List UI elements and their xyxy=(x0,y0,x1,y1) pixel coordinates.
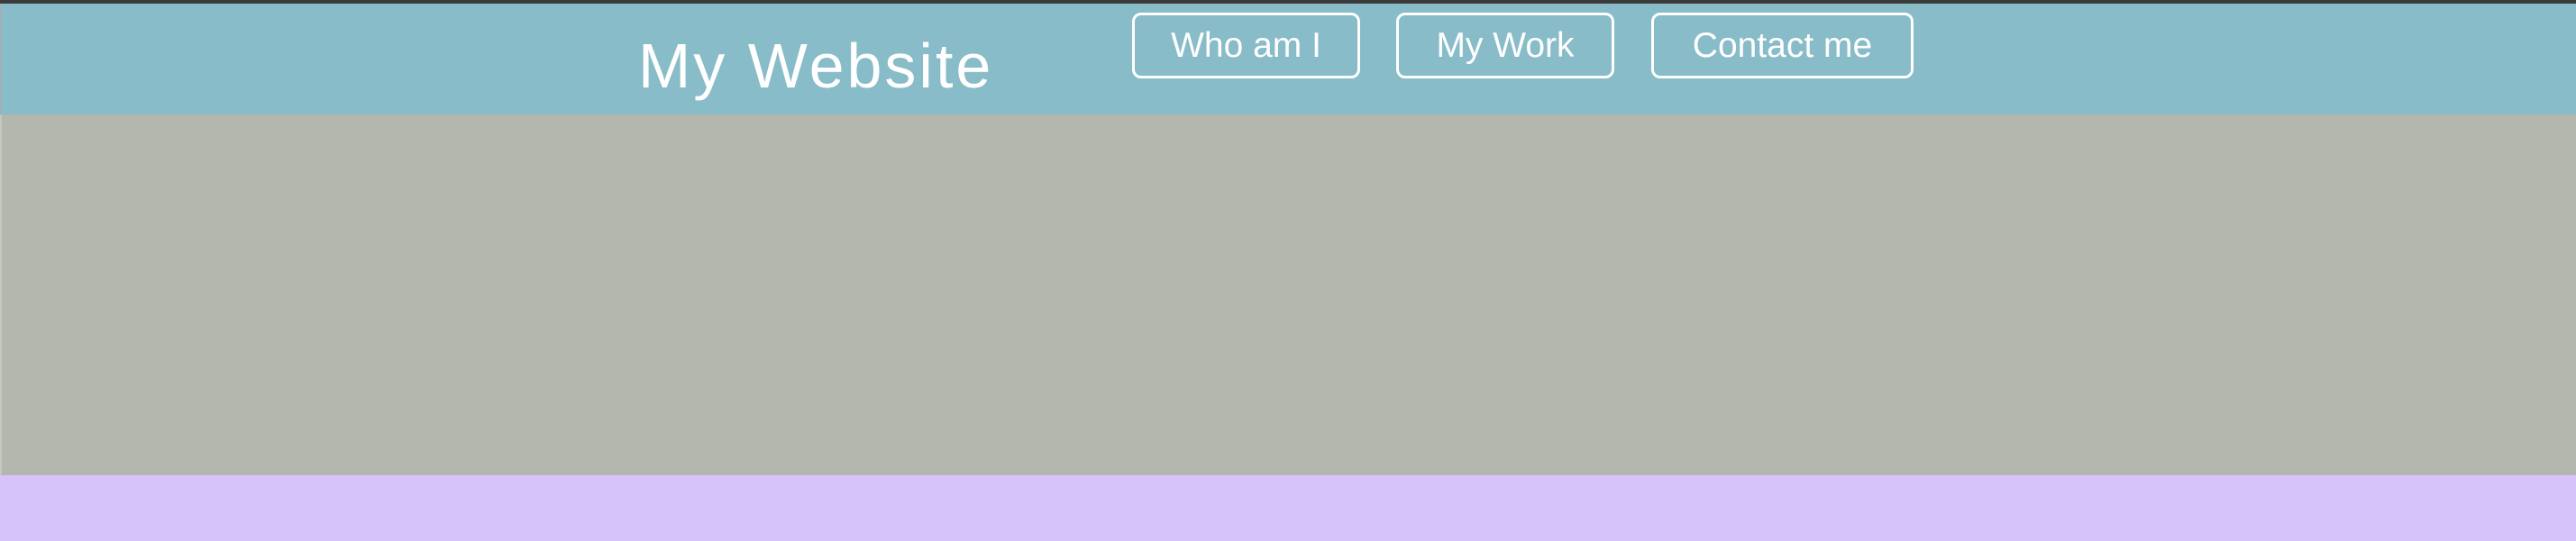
lower-section xyxy=(0,475,2576,541)
nav-who-am-i-button[interactable]: Who am I xyxy=(1132,13,1360,78)
site-header: My Website Who am I My Work Contact me xyxy=(0,4,2576,115)
site-title: My Website xyxy=(638,31,994,101)
hero-section xyxy=(0,115,2576,475)
nav-my-work-button[interactable]: My Work xyxy=(1396,13,1614,78)
nav-contact-me-button[interactable]: Contact me xyxy=(1651,13,1914,78)
